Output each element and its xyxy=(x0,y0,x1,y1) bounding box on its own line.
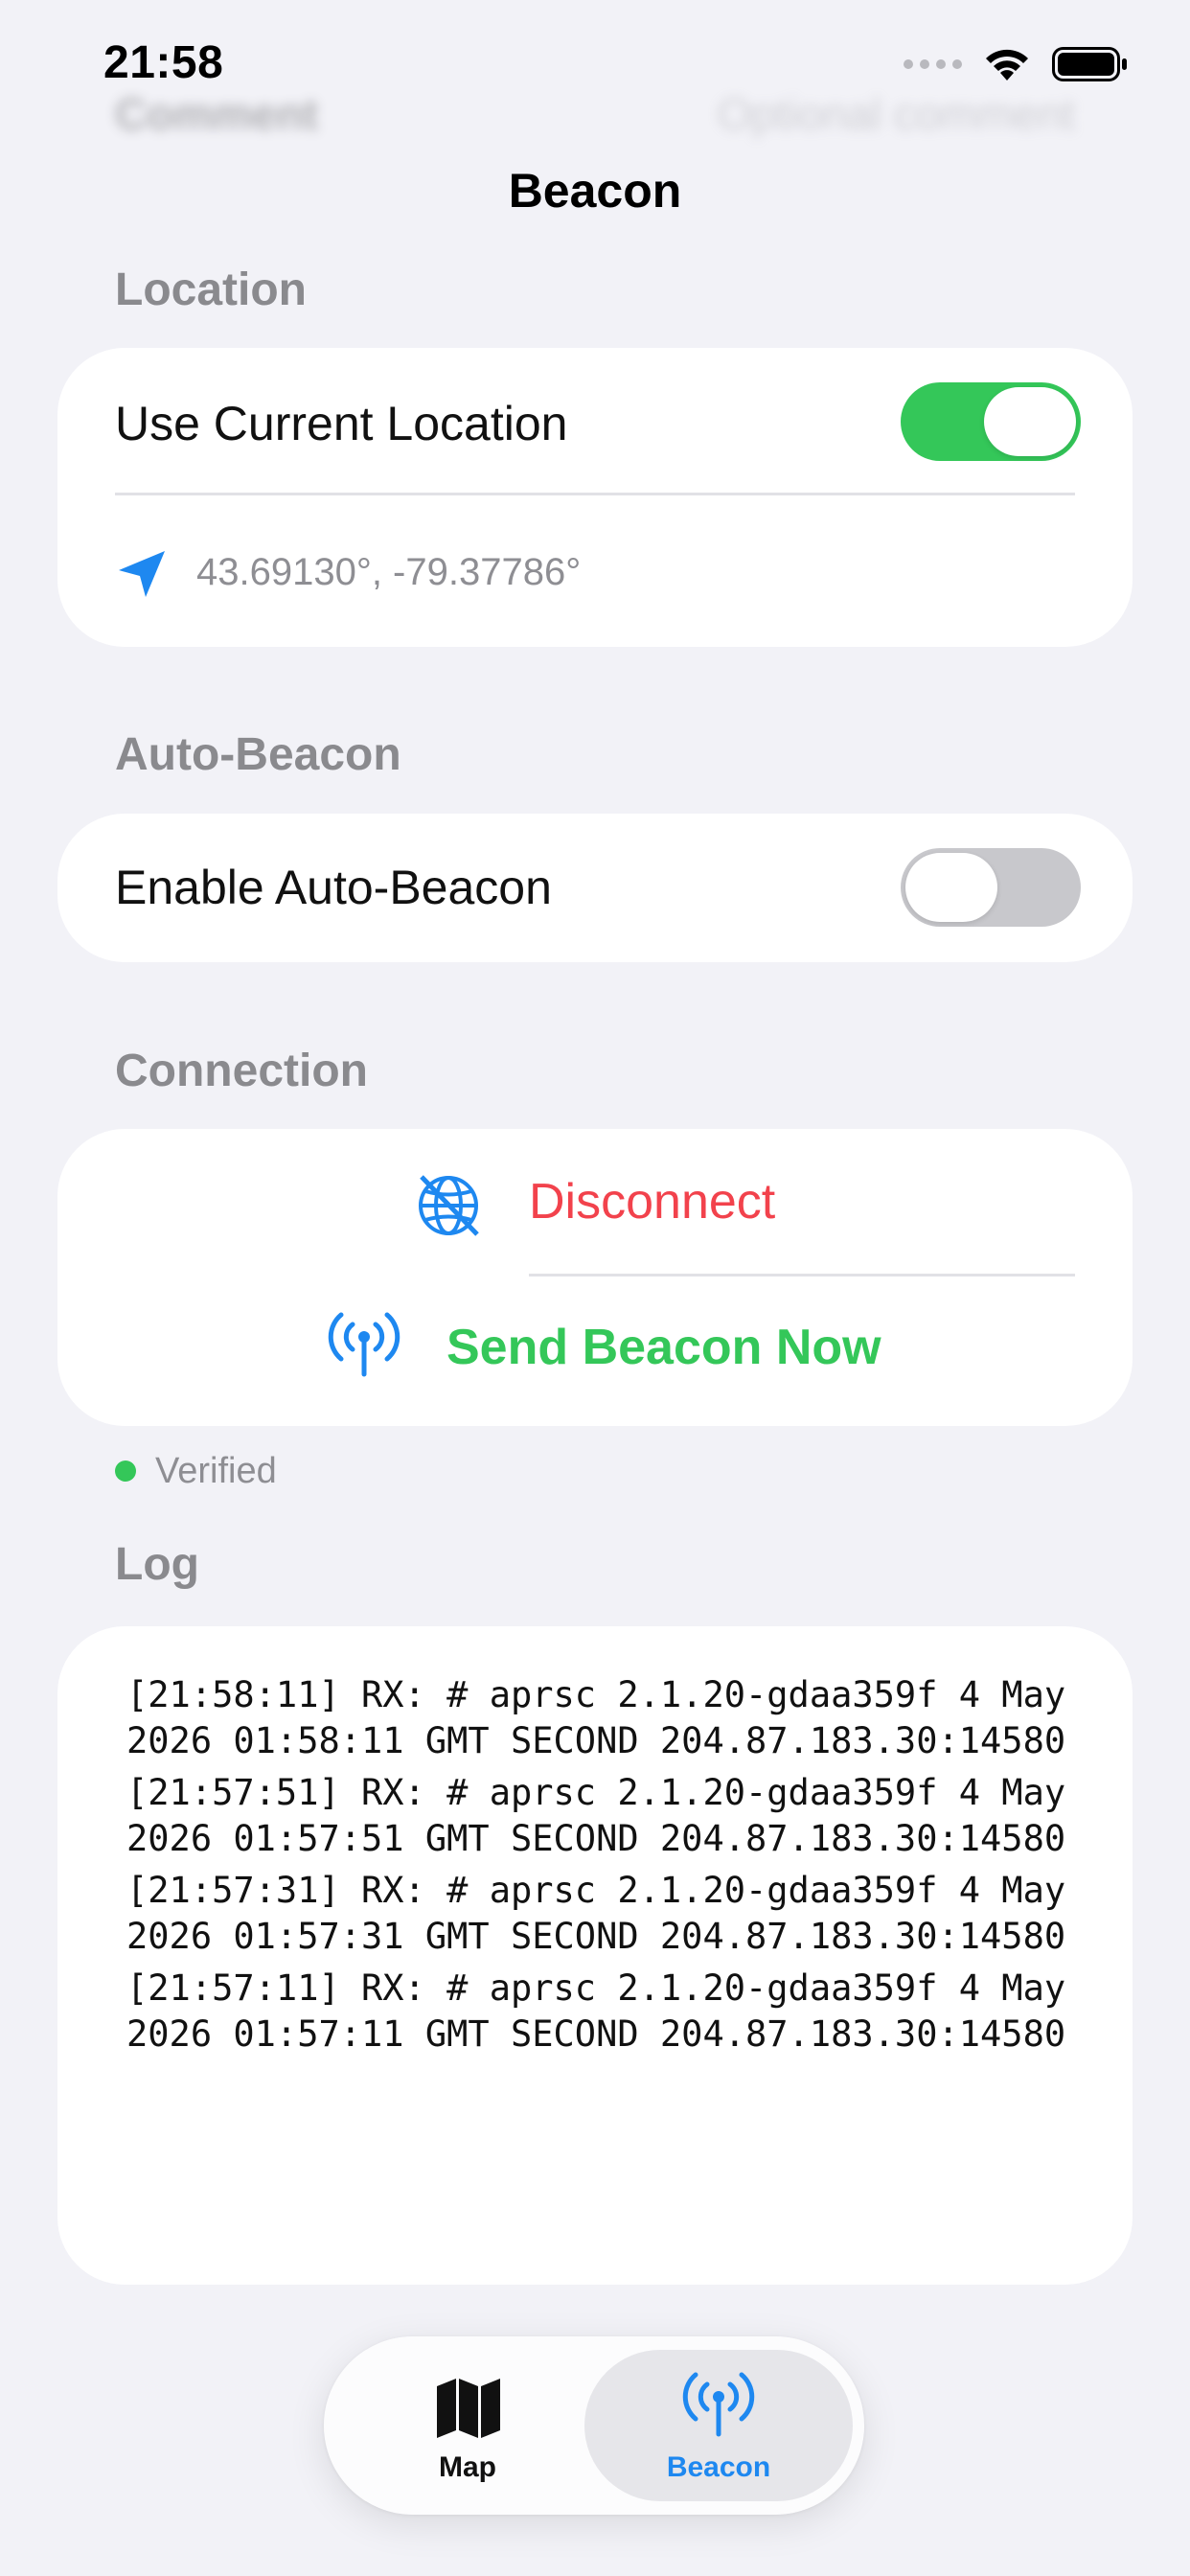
section-header-auto-beacon: Auto-Beacon xyxy=(115,729,401,780)
enable-auto-beacon-label: Enable Auto-Beacon xyxy=(115,861,552,914)
use-current-location-toggle[interactable] xyxy=(901,382,1081,461)
scrolled-comment-row: Comment Optional comment xyxy=(57,67,1133,163)
disconnect-label: Disconnect xyxy=(529,1174,776,1230)
disconnect-button[interactable]: Disconnect xyxy=(57,1129,1133,1275)
enable-auto-beacon-toggle[interactable] xyxy=(901,848,1081,927)
use-current-location-label: Use Current Location xyxy=(115,397,568,450)
section-header-location: Location xyxy=(115,264,307,315)
log-list: [21:58:11] RX: # aprsc 2.1.20-gdaa359f 4… xyxy=(126,1672,1085,2063)
location-arrow-icon xyxy=(119,551,165,597)
antenna-icon xyxy=(328,1312,400,1377)
divider xyxy=(115,493,1075,495)
toggle-knob xyxy=(905,853,997,922)
log-entry: [21:57:31] RX: # aprsc 2.1.20-gdaa359f 4… xyxy=(126,1870,1066,1957)
connection-status: Verified xyxy=(155,1451,277,1491)
log-entry: [21:58:11] RX: # aprsc 2.1.20-gdaa359f 4… xyxy=(126,1674,1066,1761)
tab-map-label: Map xyxy=(439,2451,496,2483)
antenna-icon xyxy=(682,2372,755,2437)
send-beacon-now-label: Send Beacon Now xyxy=(446,1320,881,1375)
tab-bar: Map Beacon xyxy=(324,2336,864,2515)
comment-label: Comment xyxy=(115,89,319,139)
tab-map[interactable]: Map xyxy=(372,2350,563,2501)
comment-placeholder: Optional comment xyxy=(717,89,1075,139)
tab-beacon[interactable]: Beacon xyxy=(623,2350,814,2501)
page-title: Beacon xyxy=(508,164,682,218)
log-entry: [21:57:11] RX: # aprsc 2.1.20-gdaa359f 4… xyxy=(126,1967,1066,2055)
status-dot xyxy=(115,1460,136,1482)
log-entry: [21:57:51] RX: # aprsc 2.1.20-gdaa359f 4… xyxy=(126,1772,1066,1859)
tab-beacon-label: Beacon xyxy=(666,2451,771,2483)
section-header-log: Log xyxy=(115,1539,199,1590)
section-header-connection: Connection xyxy=(115,1046,368,1096)
connection-card: Disconnect Send Beacon Now xyxy=(57,1129,1133,1426)
globe-slash-icon xyxy=(419,1175,479,1236)
toggle-knob xyxy=(984,387,1076,456)
auto-beacon-card: Enable Auto-Beacon xyxy=(57,814,1133,962)
coordinates-text: 43.69130°, -79.37786° xyxy=(196,551,582,593)
send-beacon-now-button[interactable]: Send Beacon Now xyxy=(57,1276,1133,1426)
map-icon xyxy=(437,2379,500,2438)
location-card: Use Current Location 43.69130°, -79.3778… xyxy=(57,348,1133,647)
